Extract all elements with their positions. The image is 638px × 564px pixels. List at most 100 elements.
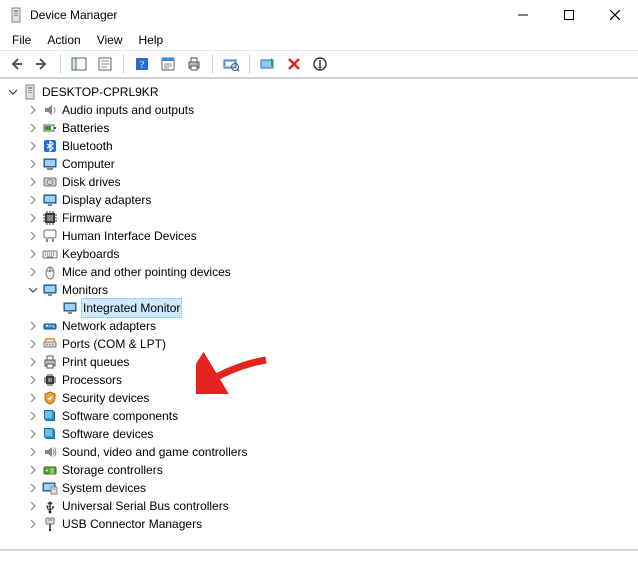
properties-button[interactable] — [93, 52, 117, 76]
expand-icon[interactable] — [26, 229, 40, 243]
storage-controllers-icon — [42, 462, 58, 478]
tree-node-label: Batteries — [62, 119, 109, 137]
tree-node-root-computer[interactable]: DESKTOP-CPRL9KR — [4, 83, 638, 101]
tree-node-audio-inputs-and-outputs[interactable]: Audio inputs and outputs — [4, 101, 638, 119]
human-interface-devices-icon — [42, 228, 58, 244]
tree-node-computer[interactable]: Computer — [4, 155, 638, 173]
tree-node-disk-drives[interactable]: Disk drives — [4, 173, 638, 191]
action-button[interactable] — [156, 52, 180, 76]
expand-icon[interactable] — [26, 337, 40, 351]
help-button[interactable] — [130, 52, 154, 76]
toolbar-separator — [60, 54, 61, 74]
tree-node-processors[interactable]: Processors — [4, 371, 638, 389]
expand-icon[interactable] — [26, 157, 40, 171]
menu-view[interactable]: View — [89, 31, 131, 49]
tree-node-ports-com-lpt[interactable]: Ports (COM & LPT) — [4, 335, 638, 353]
toolbar-separator — [212, 54, 213, 74]
expand-icon[interactable] — [26, 427, 40, 441]
tree-node-usb-connector-managers[interactable]: USB Connector Managers — [4, 515, 638, 533]
tree-node-security-devices[interactable]: Security devices — [4, 389, 638, 407]
expand-icon[interactable] — [26, 121, 40, 135]
expand-icon[interactable] — [26, 211, 40, 225]
tree-node-storage-controllers[interactable]: Storage controllers — [4, 461, 638, 479]
menu-action[interactable]: Action — [39, 31, 88, 49]
ports-com-lpt-icon — [42, 336, 58, 352]
tree-node-label: System devices — [62, 479, 146, 497]
tree-node-label: DESKTOP-CPRL9KR — [42, 83, 158, 101]
enable-device-button[interactable] — [256, 52, 280, 76]
audio-inputs-and-outputs-icon — [42, 102, 58, 118]
tree-node-label: Network adapters — [62, 317, 156, 335]
tree-node-mice-and-other-pointing-devices[interactable]: Mice and other pointing devices — [4, 263, 638, 281]
monitors-icon — [42, 282, 58, 298]
tree-node-bluetooth[interactable]: Bluetooth — [4, 137, 638, 155]
tree-node-label: Universal Serial Bus controllers — [62, 497, 229, 515]
expand-icon[interactable] — [26, 481, 40, 495]
disk-drives-icon — [42, 174, 58, 190]
menu-file[interactable]: File — [4, 31, 39, 49]
tree-node-label: Monitors — [62, 281, 108, 299]
minimize-button[interactable] — [500, 0, 546, 30]
collapse-icon[interactable] — [26, 283, 40, 297]
print-button[interactable] — [182, 52, 206, 76]
update-driver-button[interactable] — [308, 52, 332, 76]
tree-node-label: Print queues — [62, 353, 129, 371]
collapse-icon[interactable] — [6, 85, 20, 99]
tree-node-network-adapters[interactable]: Network adapters — [4, 317, 638, 335]
expand-icon[interactable] — [26, 463, 40, 477]
expand-icon[interactable] — [26, 319, 40, 333]
expand-icon[interactable] — [26, 499, 40, 513]
forward-button[interactable] — [30, 52, 54, 76]
tree-node-print-queues[interactable]: Print queues — [4, 353, 638, 371]
device-tree[interactable]: DESKTOP-CPRL9KRAudio inputs and outputsB… — [0, 78, 638, 550]
expand-icon[interactable] — [26, 355, 40, 369]
statusbar — [0, 550, 638, 564]
tree-node-label: Ports (COM & LPT) — [62, 335, 166, 353]
expand-icon[interactable] — [26, 103, 40, 117]
tree-node-system-devices[interactable]: System devices — [4, 479, 638, 497]
scan-hardware-button[interactable] — [219, 52, 243, 76]
expand-icon[interactable] — [26, 373, 40, 387]
expand-icon[interactable] — [26, 175, 40, 189]
tree-node-firmware[interactable]: Firmware — [4, 209, 638, 227]
close-button[interactable] — [592, 0, 638, 30]
tree-node-label: Processors — [62, 371, 122, 389]
root-computer-icon — [22, 84, 38, 100]
expand-icon[interactable] — [26, 193, 40, 207]
tree-node-integrated-monitor[interactable]: Integrated Monitor — [4, 299, 638, 317]
tree-node-label: Mice and other pointing devices — [62, 263, 231, 281]
tree-node-label: Human Interface Devices — [62, 227, 197, 245]
tree-node-display-adapters[interactable]: Display adapters — [4, 191, 638, 209]
expand-icon[interactable] — [26, 139, 40, 153]
back-button[interactable] — [4, 52, 28, 76]
tree-node-universal-serial-bus-controllers[interactable]: Universal Serial Bus controllers — [4, 497, 638, 515]
tree-node-label: Integrated Monitor — [81, 298, 182, 318]
software-components-icon — [42, 408, 58, 424]
window-controls — [500, 0, 638, 30]
tree-node-keyboards[interactable]: Keyboards — [4, 245, 638, 263]
expand-icon[interactable] — [26, 391, 40, 405]
show-hide-tree-button[interactable] — [67, 52, 91, 76]
expand-icon[interactable] — [26, 517, 40, 531]
window-title: Device Manager — [30, 8, 117, 22]
tree-node-batteries[interactable]: Batteries — [4, 119, 638, 137]
expand-icon[interactable] — [26, 409, 40, 423]
tree-node-sound-video-and-game-controllers[interactable]: Sound, video and game controllers — [4, 443, 638, 461]
tree-node-label: Storage controllers — [62, 461, 163, 479]
expand-icon[interactable] — [26, 247, 40, 261]
display-adapters-icon — [42, 192, 58, 208]
maximize-button[interactable] — [546, 0, 592, 30]
expand-icon[interactable] — [26, 265, 40, 279]
tree-node-monitors[interactable]: Monitors — [4, 281, 638, 299]
tree-node-software-devices[interactable]: Software devices — [4, 425, 638, 443]
tree-node-software-components[interactable]: Software components — [4, 407, 638, 425]
expand-icon[interactable] — [26, 445, 40, 459]
tree-node-label: Software devices — [62, 425, 153, 443]
app-icon — [8, 7, 24, 23]
tree-node-human-interface-devices[interactable]: Human Interface Devices — [4, 227, 638, 245]
integrated-monitor-icon — [62, 300, 78, 316]
tree-node-label: Audio inputs and outputs — [62, 101, 194, 119]
system-devices-icon — [42, 480, 58, 496]
uninstall-device-button[interactable] — [282, 52, 306, 76]
menu-help[interactable]: Help — [131, 31, 172, 49]
